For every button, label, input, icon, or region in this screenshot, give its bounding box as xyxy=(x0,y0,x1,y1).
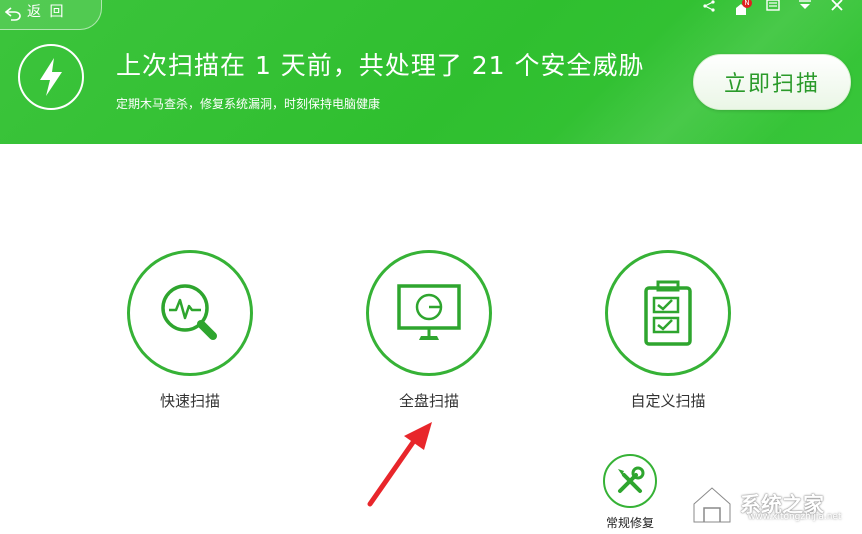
quick-scan-label: 快速扫描 xyxy=(159,392,220,410)
quick-scan-option[interactable]: 快速扫描 xyxy=(127,250,253,411)
watermark: 系统之家 www.xitongzhijia.net xyxy=(690,478,858,530)
back-arrow-icon xyxy=(5,7,21,21)
scan-summary-title: 上次扫描在 1 天前，共处理了 21 个安全威胁 xyxy=(116,51,645,80)
clipboard-check-icon xyxy=(644,280,692,346)
back-label: 返 回 xyxy=(27,4,66,20)
tools-icon xyxy=(618,466,645,493)
red-arrow-annotation xyxy=(367,422,432,507)
share-icon[interactable] xyxy=(702,0,716,12)
window-controls: N xyxy=(702,0,844,15)
monitor-scan-icon xyxy=(397,284,461,340)
lightning-icon xyxy=(18,44,84,110)
watermark-logo-icon xyxy=(692,485,732,524)
header-banner: 返 回 N 上次扫描在 1 天前，共处理了 21 个安全威胁 定期木马查杀，修复… xyxy=(0,0,862,144)
custom-scan-label: 自定义扫描 xyxy=(630,392,706,410)
repair-label: 常规修复 xyxy=(605,516,654,530)
notification-icon[interactable]: N xyxy=(734,0,752,15)
back-button[interactable]: 返 回 xyxy=(0,0,102,30)
notification-badge: N xyxy=(742,0,752,8)
repair-option[interactable]: 常规修复 xyxy=(603,454,657,531)
custom-scan-option[interactable]: 自定义扫描 xyxy=(605,250,731,411)
close-icon[interactable] xyxy=(830,0,844,12)
menu-icon[interactable] xyxy=(766,0,780,12)
watermark-url: www.xitongzhijia.net xyxy=(748,512,842,522)
full-scan-label: 全盘扫描 xyxy=(398,392,459,410)
dropdown-icon[interactable] xyxy=(798,0,812,12)
repair-circle[interactable] xyxy=(603,454,657,508)
quick-scan-magnifier-icon xyxy=(161,284,217,340)
scan-summary-subtitle: 定期木马查杀，修复系统漏洞，时刻保持电脑健康 xyxy=(116,97,381,111)
quick-scan-circle[interactable] xyxy=(127,250,253,376)
custom-scan-circle[interactable] xyxy=(605,250,731,376)
full-scan-circle[interactable] xyxy=(366,250,492,376)
scan-now-button[interactable]: 立即扫描 xyxy=(693,54,851,110)
full-scan-option[interactable]: 全盘扫描 xyxy=(366,250,492,411)
